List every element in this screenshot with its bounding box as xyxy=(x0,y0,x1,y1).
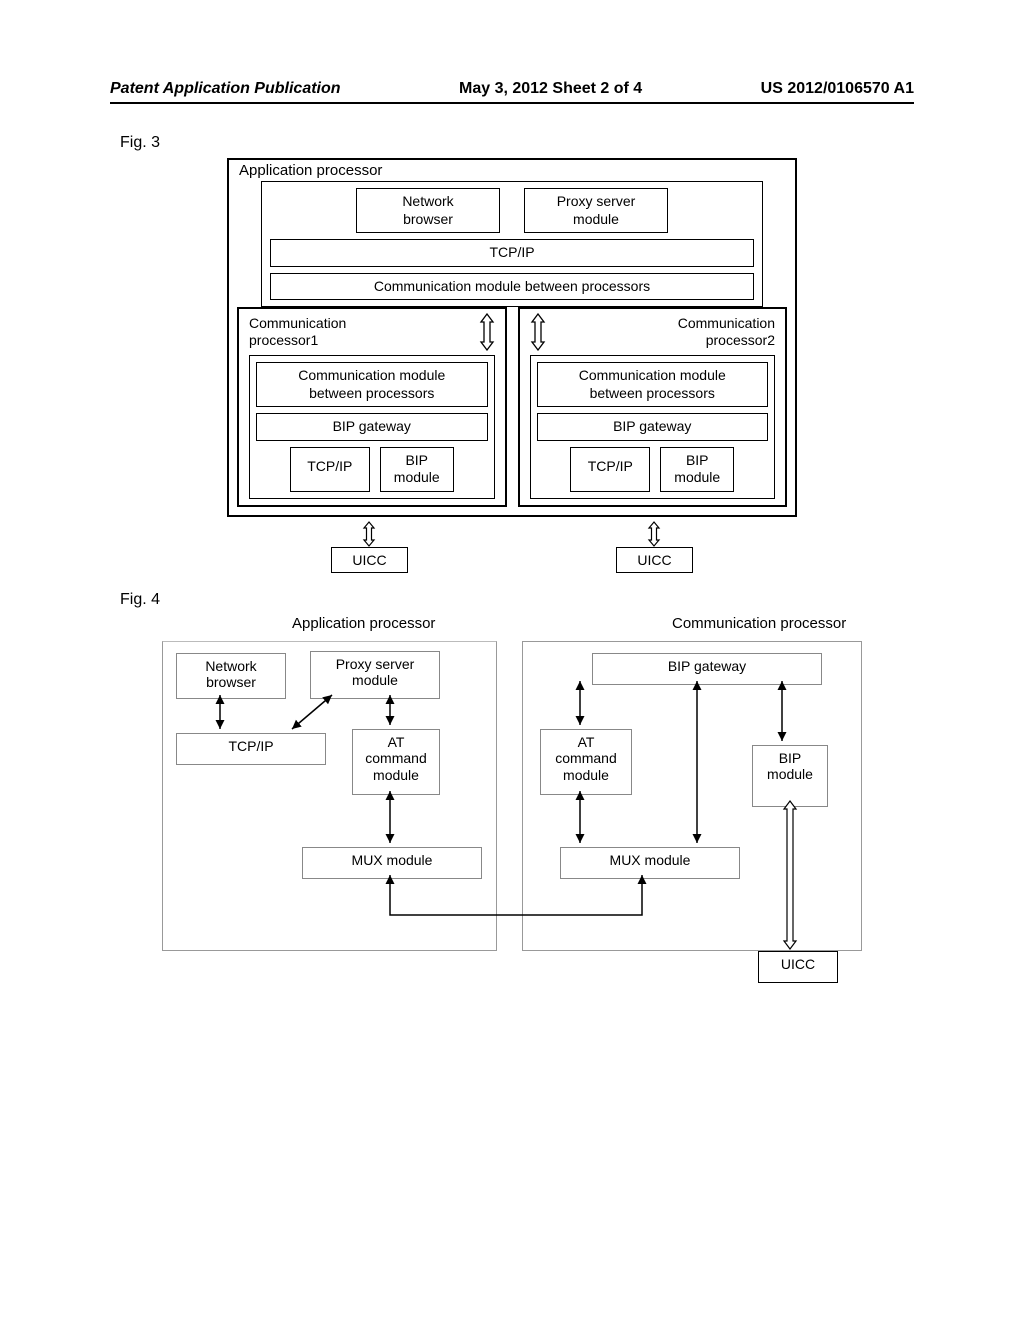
network-browser-box: Networkbrowser xyxy=(356,188,500,233)
header-left: Patent Application Publication xyxy=(110,80,341,98)
fig4-cp-title: Communication processor xyxy=(672,615,846,632)
cp2-bipmod-box: BIPmodule xyxy=(660,447,734,492)
cp2-bipgw-box: BIP gateway xyxy=(537,413,769,441)
bi-arrow-icon xyxy=(361,521,377,547)
fig4-at-cmd-cp-box: ATcommandmodule xyxy=(540,729,632,795)
fig4-bip-module-box: BIPmodule xyxy=(752,745,828,807)
cp2-comm-mod-box: Communication modulebetween processors xyxy=(537,362,769,407)
fig4-label: Fig. 4 xyxy=(120,591,914,609)
cp2-tcpip-box: TCP/IP xyxy=(570,447,650,492)
ap-inner: Networkbrowser Proxy servermodule TCP/IP… xyxy=(261,181,763,307)
uicc1-box: UICC xyxy=(331,547,407,573)
fig4-uicc-box: UICC xyxy=(758,951,838,983)
cp2-title: Communicationprocessor2 xyxy=(678,315,775,349)
fig3-label: Fig. 3 xyxy=(120,134,914,152)
communication-processor1-box: Communicationprocessor1 Communication mo… xyxy=(237,307,507,507)
bi-arrow-icon xyxy=(479,313,495,351)
ap-title: Application processor xyxy=(239,162,787,179)
page-header: Patent Application Publication May 3, 20… xyxy=(110,80,914,104)
page: Patent Application Publication May 3, 20… xyxy=(0,0,1024,1320)
application-processor-box: Application processor Networkbrowser Pro… xyxy=(227,158,797,517)
uicc2-box: UICC xyxy=(616,547,692,573)
bi-arrow-icon xyxy=(646,521,662,547)
fig4-mux-ap-box: MUX module xyxy=(302,847,482,879)
comm-module-ap-box: Communication module between processors xyxy=(270,273,754,301)
proxy-server-box: Proxy servermodule xyxy=(524,188,668,233)
bi-arrow-icon xyxy=(530,313,546,351)
fig3-diagram: Application processor Networkbrowser Pro… xyxy=(227,158,797,573)
cp1-title: Communicationprocessor1 xyxy=(249,315,346,349)
communication-processor2-box: Communicationprocessor2 Communication mo… xyxy=(518,307,788,507)
cp1-inner: Communication modulebetween processors B… xyxy=(249,355,495,499)
fig4-diagram: Application processor Communication proc… xyxy=(142,615,882,1005)
fig4-mux-cp-box: MUX module xyxy=(560,847,740,879)
fig4-tcpip-box: TCP/IP xyxy=(176,733,326,765)
header-right: US 2012/0106570 A1 xyxy=(761,80,914,98)
fig4-at-cmd-ap-box: ATcommandmodule xyxy=(352,729,440,795)
cp1-bipmod-box: BIPmodule xyxy=(380,447,454,492)
tcpip-box: TCP/IP xyxy=(270,239,754,267)
fig4-ap-title: Application processor xyxy=(292,615,435,632)
cp2-inner: Communication modulebetween processors B… xyxy=(530,355,776,499)
cp1-comm-mod-box: Communication modulebetween processors xyxy=(256,362,488,407)
fig4-bip-gateway-box: BIP gateway xyxy=(592,653,822,685)
header-center: May 3, 2012 Sheet 2 of 4 xyxy=(459,80,642,98)
fig4-proxy-server-box: Proxy servermodule xyxy=(310,651,440,699)
fig4-network-browser-box: Networkbrowser xyxy=(176,653,286,699)
cp1-bipgw-box: BIP gateway xyxy=(256,413,488,441)
cp1-tcpip-box: TCP/IP xyxy=(290,447,370,492)
